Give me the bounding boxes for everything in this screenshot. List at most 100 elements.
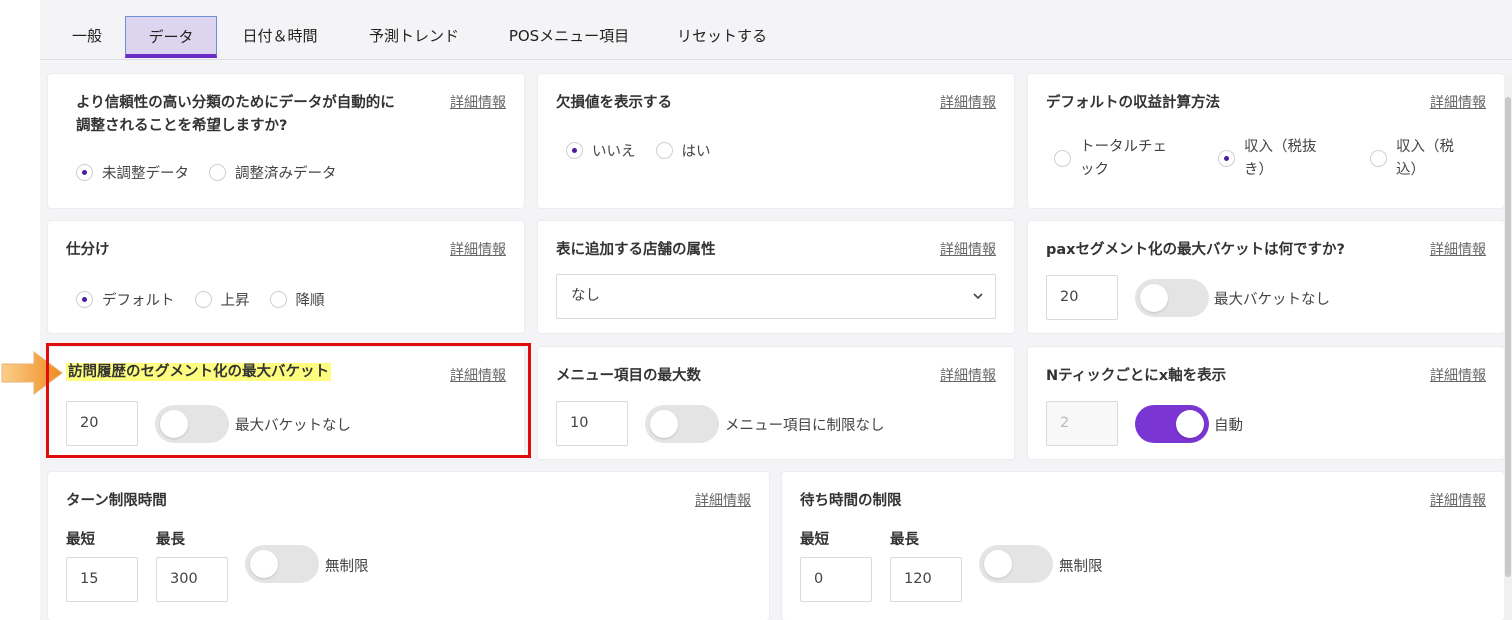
callout-arrow-icon (1, 351, 63, 395)
scrollbar-thumb[interactable] (1505, 97, 1511, 577)
tab-bar: 一般 データ 日付＆時間 予測トレンド POSメニュー項目 リセットする (40, 0, 1512, 60)
card-sort: 仕分け 詳細情報 デフォルト 上昇 降順 (48, 221, 524, 333)
detail-link[interactable]: 詳細情報 (940, 239, 996, 259)
toggle-knob (1140, 284, 1168, 312)
tab-general[interactable]: 一般 (54, 16, 120, 58)
card-title: 欠損値を表示する (556, 95, 672, 111)
toggle-knob (1176, 410, 1204, 438)
radio-group-sort: デフォルト 上昇 降順 (76, 289, 345, 310)
highlighted-title: 訪問履歴のセグメント化の最大バケット (66, 363, 331, 381)
visit-bucket-input[interactable]: 20 (66, 401, 138, 446)
radio-label: デフォルト (102, 293, 175, 309)
card-store-attribute: 表に追加する店舗の属性 詳細情報 なし (538, 221, 1014, 333)
radio-sort-desc[interactable]: 降順 (269, 289, 325, 310)
card-title: デフォルトの収益計算方法 (1046, 95, 1220, 111)
card-title: paxセグメント化の最大バケットは何ですか? (1046, 242, 1345, 258)
detail-link[interactable]: 詳細情報 (450, 92, 506, 112)
detail-link[interactable]: 詳細情報 (1430, 365, 1486, 385)
detail-link[interactable]: 詳細情報 (940, 92, 996, 112)
radio-no[interactable]: いいえ (566, 140, 636, 161)
chevron-down-icon (973, 293, 983, 300)
radio-total-check[interactable]: トータルチェ ック (1054, 136, 1167, 182)
detail-link[interactable]: 詳細情報 (450, 239, 506, 259)
wait-unlimited-toggle[interactable] (979, 545, 1053, 583)
radio-label: 降順 (295, 293, 325, 309)
radio-dot (655, 142, 673, 159)
select-value: なし (571, 288, 600, 304)
radio-yes[interactable]: はい (655, 140, 711, 161)
radio-label: トータルチェ ック (1080, 139, 1167, 178)
turn-min-input[interactable]: 15 (66, 557, 138, 602)
radio-unadjusted[interactable]: 未調整データ (76, 162, 189, 183)
min-label: 最短 (800, 532, 829, 548)
tab-forecast-trend[interactable]: 予測トレンド (354, 16, 474, 58)
radio-group-adjust: 未調整データ 調整済みデータ (76, 162, 357, 183)
radio-sort-default[interactable]: デフォルト (76, 289, 175, 310)
store-attribute-select[interactable]: なし (556, 274, 996, 319)
radio-label: 収入（税 込） (1396, 139, 1454, 178)
radio-revenue-excl-tax[interactable]: 収入（税抜 き） (1218, 136, 1317, 182)
detail-link[interactable]: 詳細情報 (695, 490, 751, 510)
toggle-knob (250, 550, 278, 578)
radio-adjusted[interactable]: 調整済みデータ (209, 162, 337, 183)
radio-revenue-incl-tax[interactable]: 収入（税 込） (1370, 136, 1454, 182)
detail-link[interactable]: 詳細情報 (1430, 92, 1486, 112)
radio-dot (194, 291, 212, 308)
settings-app: 一般 データ 日付＆時間 予測トレンド POSメニュー項目 リセットする より信… (40, 0, 1512, 620)
radio-dot (269, 291, 287, 308)
card-menu-max: メニュー項目の最大数 詳細情報 10 メニュー項目に制限なし (538, 347, 1014, 459)
tab-date-time[interactable]: 日付＆時間 (226, 16, 334, 58)
radio-dot (1054, 150, 1071, 167)
card-title: Nティックごとにx軸を表示 (1046, 368, 1227, 384)
card-title: 表に追加する店舗の属性 (556, 242, 716, 258)
card-show-missing: 欠損値を表示する 詳細情報 いいえ はい (538, 74, 1014, 208)
xaxis-auto-toggle[interactable] (1135, 405, 1209, 443)
pax-bucket-input[interactable]: 20 (1046, 275, 1118, 320)
turn-max-input[interactable]: 300 (156, 557, 228, 602)
card-auto-adjust: より信頼性の高い分類のためにデータが自動的に 調整されることを希望しますか? 詳… (48, 74, 524, 208)
detail-link[interactable]: 詳細情報 (450, 365, 506, 385)
radio-label: 未調整データ (102, 166, 189, 182)
detail-link[interactable]: 詳細情報 (1430, 239, 1486, 259)
toggle-label: メニュー項目に制限なし (725, 418, 885, 434)
detail-link[interactable]: 詳細情報 (1430, 490, 1486, 510)
radio-label: 収入（税抜 き） (1244, 139, 1317, 178)
tab-pos-menu-items[interactable]: POSメニュー項目 (496, 16, 642, 58)
max-label: 最長 (890, 532, 919, 548)
tab-data[interactable]: データ (125, 16, 217, 58)
toggle-label: 無制限 (1059, 559, 1103, 575)
vertical-scrollbar[interactable] (1504, 75, 1512, 620)
card-title: メニュー項目の最大数 (556, 368, 701, 384)
radio-dot (209, 164, 226, 181)
card-revenue-method: デフォルトの収益計算方法 詳細情報 トータルチェ ック 収入（税抜 き） 収入（税込… (1028, 74, 1504, 208)
radio-dot (76, 291, 93, 308)
radio-label: 上昇 (220, 293, 250, 309)
radio-group-missing: いいえ はい (566, 140, 731, 161)
radio-sort-asc[interactable]: 上昇 (194, 289, 250, 310)
wait-min-input[interactable]: 0 (800, 557, 872, 602)
wait-max-input[interactable]: 120 (890, 557, 962, 602)
menu-max-input[interactable]: 10 (556, 401, 628, 446)
toggle-knob (984, 550, 1012, 578)
radio-label: いいえ (592, 144, 636, 160)
radio-label: 調整済みデータ (235, 166, 337, 182)
card-title: 訪問履歴のセグメント化の最大バケット (66, 361, 331, 384)
toggle-label: 最大バケットなし (235, 418, 351, 434)
detail-link[interactable]: 詳細情報 (940, 365, 996, 385)
visit-no-max-toggle[interactable] (155, 405, 229, 443)
toggle-label: 最大バケットなし (1214, 292, 1330, 308)
radio-dot (1218, 150, 1235, 167)
radio-label: はい (681, 144, 711, 160)
card-visit-bucket: 訪問履歴のセグメント化の最大バケット 詳細情報 20 最大バケットなし (48, 347, 524, 459)
title-line-2: 調整されることを希望しますか? (76, 118, 288, 134)
menu-no-limit-toggle[interactable] (645, 405, 719, 443)
pax-no-max-toggle[interactable] (1135, 279, 1209, 317)
toggle-knob (650, 410, 678, 438)
turn-unlimited-toggle[interactable] (245, 545, 319, 583)
card-xaxis-ticks: Nティックごとにx軸を表示 詳細情報 2 自動 (1028, 347, 1504, 459)
card-title: ターン制限時間 (66, 493, 167, 509)
card-title: より信頼性の高い分類のためにデータが自動的に 調整されることを希望しますか? (76, 92, 436, 138)
card-wait-time: 待ち時間の制限 詳細情報 最短 最長 0 120 無制限 (782, 472, 1504, 620)
tab-reset[interactable]: リセットする (666, 16, 778, 58)
card-turn-time: ターン制限時間 詳細情報 最短 最長 15 300 無制限 (48, 472, 769, 620)
